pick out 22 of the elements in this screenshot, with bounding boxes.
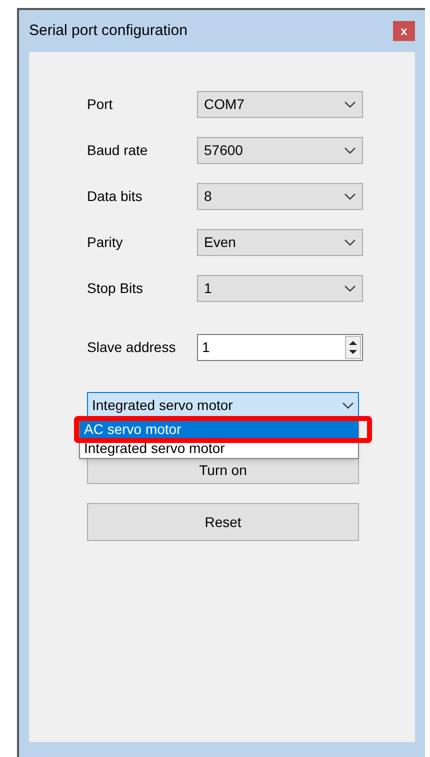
field-label: Port	[87, 95, 114, 114]
combo-box[interactable]: 8	[197, 183, 363, 210]
chevron-down-icon	[344, 146, 356, 154]
field-label: Baud rate	[87, 141, 149, 160]
field-label: Data bits	[87, 187, 144, 206]
chevron-down-icon	[344, 192, 356, 200]
chevron-down-icon	[342, 402, 354, 410]
field-label: Stop Bits	[87, 279, 144, 298]
reset-button[interactable]: Reset	[87, 503, 359, 541]
field-label: Parity	[87, 233, 124, 252]
combo-box[interactable]: COM7	[197, 91, 363, 118]
combo-box[interactable]: 1	[197, 275, 363, 302]
spin-arrows-icon[interactable]	[345, 336, 361, 359]
combo-box[interactable]: 57600	[197, 137, 363, 164]
field-label: Slave address	[87, 338, 177, 357]
slave-address-spinbox[interactable]: 1	[197, 334, 363, 361]
chevron-down-icon	[344, 100, 356, 108]
chevron-down-icon	[344, 284, 356, 292]
window-title: Serial port configuration	[29, 20, 188, 41]
combo-box[interactable]: Even	[197, 229, 363, 256]
close-button[interactable]: x	[393, 21, 415, 41]
chevron-down-icon	[344, 238, 356, 246]
